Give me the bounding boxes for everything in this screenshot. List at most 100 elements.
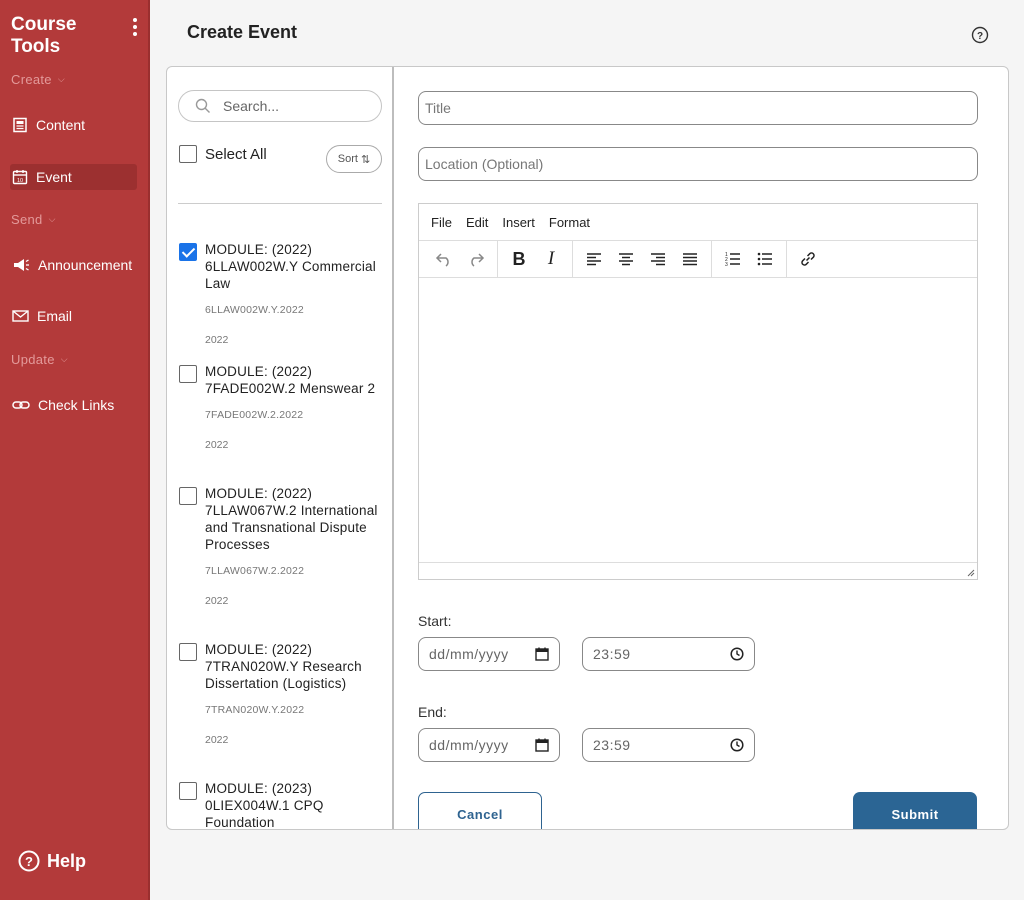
svg-text:?: ? bbox=[977, 31, 983, 42]
end-time-input[interactable]: 23:59 bbox=[582, 728, 755, 762]
list-item[interactable]: MODULE: (2023) 0LIEX004W.1 CPQ Foundatio… bbox=[179, 780, 379, 829]
sidebar-item-content[interactable]: Content bbox=[10, 112, 89, 138]
section-send[interactable]: Send ⌵ bbox=[11, 212, 56, 227]
sidebar-item-content-label: Content bbox=[36, 117, 86, 133]
help-circle-icon: ? bbox=[18, 850, 40, 872]
sidebar-item-announcement[interactable]: Announcement bbox=[10, 252, 136, 278]
sort-button[interactable]: Sort ⇅ bbox=[326, 145, 382, 173]
location-input[interactable]: Location (Optional) bbox=[418, 147, 978, 181]
svg-text:10: 10 bbox=[17, 178, 23, 184]
sidebar-item-email[interactable]: Email bbox=[10, 303, 76, 329]
section-create-label: Create bbox=[11, 72, 52, 87]
bold-icon[interactable]: B bbox=[504, 244, 534, 274]
italic-icon[interactable]: I bbox=[536, 244, 566, 274]
format-group: B I bbox=[498, 240, 573, 278]
numbered-list-icon[interactable]: 123 bbox=[718, 244, 748, 274]
module-list-pane: Search... Select All Sort ⇅ MODULE: (202… bbox=[167, 67, 394, 829]
svg-text:3: 3 bbox=[725, 262, 728, 267]
undo-icon[interactable] bbox=[429, 244, 459, 274]
sidebar-item-announcement-label: Announcement bbox=[38, 257, 133, 273]
help-circle-icon[interactable]: ? bbox=[971, 26, 989, 49]
module-title: MODULE: (2022) 6LLAW002W.Y Commercial La… bbox=[205, 242, 376, 291]
sidebar-item-email-label: Email bbox=[37, 308, 73, 324]
align-left-icon[interactable] bbox=[579, 244, 609, 274]
start-time-input[interactable]: 23:59 bbox=[582, 637, 755, 671]
editor-statusbar bbox=[419, 562, 977, 579]
module-code: 6LLAW002W.Y.2022 bbox=[205, 304, 304, 316]
search-placeholder: Search... bbox=[223, 98, 280, 114]
module-checkbox[interactable] bbox=[179, 365, 197, 383]
search-icon bbox=[195, 98, 210, 113]
module-code: 7TRAN020W.Y.2022 bbox=[205, 704, 305, 716]
list-item[interactable]: MODULE: (2022) 7LLAW067W.2 International… bbox=[179, 485, 379, 607]
menu-edit[interactable]: Edit bbox=[466, 215, 488, 230]
menu-insert[interactable]: Insert bbox=[502, 215, 535, 230]
end-date-input[interactable]: dd/mm/yyyy bbox=[418, 728, 560, 762]
section-update[interactable]: Update ⌵ bbox=[11, 352, 68, 367]
history-group bbox=[423, 240, 498, 278]
menu-file[interactable]: File bbox=[431, 215, 452, 230]
align-center-icon[interactable] bbox=[611, 244, 641, 274]
sidebar-item-event[interactable]: 10 Event bbox=[10, 164, 137, 190]
module-year: 2022 bbox=[205, 595, 229, 607]
sidebar: Course Tools Create ⌵ Content 10 Event S… bbox=[0, 0, 150, 900]
title-placeholder: Title bbox=[425, 100, 451, 116]
list-divider bbox=[178, 203, 382, 204]
bullet-list-icon[interactable] bbox=[750, 244, 780, 274]
section-send-label: Send bbox=[11, 212, 43, 227]
list-item[interactable]: MODULE: (2022) 7TRAN020W.Y Research Diss… bbox=[179, 641, 379, 746]
module-year: 2022 bbox=[205, 439, 229, 451]
link-icon[interactable] bbox=[793, 244, 823, 274]
location-placeholder: Location (Optional) bbox=[425, 156, 544, 172]
sort-arrows-icon: ⇅ bbox=[360, 153, 371, 166]
module-checkbox[interactable] bbox=[179, 782, 197, 800]
list-item[interactable]: MODULE: (2022) 7FADE002W.2 Menswear 2 7F… bbox=[179, 363, 379, 451]
title-input[interactable]: Title bbox=[418, 91, 978, 125]
clock-icon[interactable] bbox=[730, 738, 744, 752]
submit-button[interactable]: Submit bbox=[853, 792, 977, 829]
editor-menubar: File Edit Insert Format bbox=[419, 204, 977, 241]
module-year: 2022 bbox=[205, 334, 229, 346]
help-button[interactable]: ? Help bbox=[18, 850, 86, 872]
calendar-icon[interactable] bbox=[535, 738, 549, 752]
more-options-icon[interactable] bbox=[129, 16, 141, 38]
section-update-label: Update bbox=[11, 352, 55, 367]
calendar-icon: 10 bbox=[12, 170, 28, 185]
resize-handle-icon[interactable] bbox=[965, 567, 975, 577]
list-group: 123 bbox=[712, 240, 787, 278]
module-code: 7LLAW067W.2.2022 bbox=[205, 565, 305, 577]
module-title: MODULE: (2023) 0LIEX004W.1 CPQ Foundatio… bbox=[205, 781, 324, 829]
redo-icon[interactable] bbox=[461, 244, 491, 274]
sort-label: Sort bbox=[337, 153, 358, 165]
module-checkbox[interactable] bbox=[179, 643, 197, 661]
module-checkbox[interactable] bbox=[179, 243, 197, 261]
calendar-icon[interactable] bbox=[535, 647, 549, 661]
module-year: 2022 bbox=[205, 734, 229, 746]
link-icon bbox=[12, 401, 30, 409]
module-title: MODULE: (2022) 7FADE002W.2 Menswear 2 bbox=[205, 364, 376, 396]
module-code: 7FADE002W.2.2022 bbox=[205, 409, 304, 421]
cancel-button[interactable]: Cancel bbox=[418, 792, 542, 829]
menu-format[interactable]: Format bbox=[549, 215, 590, 230]
clock-icon[interactable] bbox=[730, 647, 744, 661]
align-group bbox=[573, 240, 712, 278]
sidebar-item-check-links[interactable]: Check Links bbox=[10, 392, 118, 418]
section-create[interactable]: Create ⌵ bbox=[11, 72, 65, 87]
list-item[interactable]: MODULE: (2022) 6LLAW002W.Y Commercial La… bbox=[179, 241, 379, 346]
module-checkbox[interactable] bbox=[179, 487, 197, 505]
select-all-checkbox[interactable] bbox=[179, 145, 197, 163]
chevron-down-icon: ⌵ bbox=[60, 354, 68, 364]
envelope-icon bbox=[12, 310, 29, 322]
select-all[interactable]: Select All bbox=[179, 145, 267, 163]
start-date-input[interactable]: dd/mm/yyyy bbox=[418, 637, 560, 671]
editor-content-area[interactable] bbox=[419, 278, 977, 561]
align-justify-icon[interactable] bbox=[675, 244, 705, 274]
megaphone-icon bbox=[14, 259, 29, 271]
end-label: End: bbox=[418, 704, 447, 720]
search-input[interactable]: Search... bbox=[178, 90, 382, 122]
align-right-icon[interactable] bbox=[643, 244, 673, 274]
module-title: MODULE: (2022) 7LLAW067W.2 International… bbox=[205, 486, 378, 552]
event-card: Search... Select All Sort ⇅ MODULE: (202… bbox=[166, 66, 1009, 830]
start-label: Start: bbox=[418, 613, 452, 629]
chevron-down-icon: ⌵ bbox=[57, 74, 65, 84]
